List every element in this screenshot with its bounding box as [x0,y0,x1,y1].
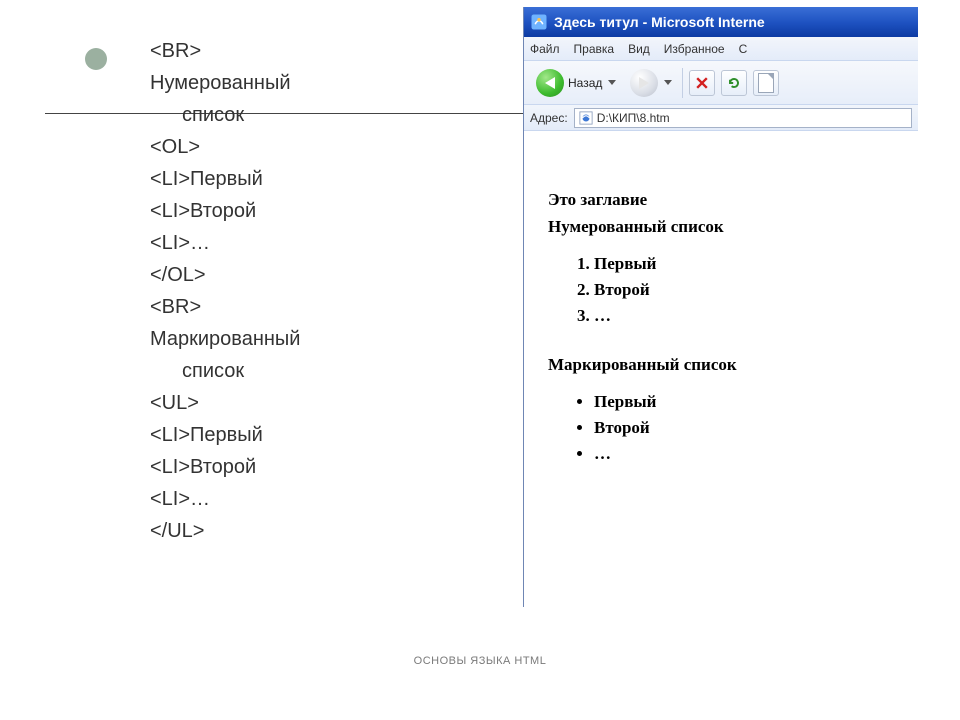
menu-extra[interactable]: С [739,42,748,56]
bulleted-title: Маркированный список [548,354,894,377]
code-line: список [150,99,500,131]
code-line: Нумерованный [150,67,500,99]
app-icon [530,13,548,31]
forward-icon [630,69,658,97]
code-line: <LI>Первый [150,163,500,195]
page-heading: Это заглавие [548,189,894,212]
page-viewport: Это заглавие Нумерованный список Первый … [524,131,918,511]
code-line: список [150,355,500,387]
code-line: <LI>Первый [150,419,500,451]
code-line: <LI>Второй [150,451,500,483]
chevron-down-icon [664,80,672,85]
window-title: Здесь титул - Microsoft Interne [554,14,765,30]
address-input[interactable]: D:\КИП\8.htm [574,108,912,128]
toolbar-separator [682,68,683,98]
list-item: Первый [594,391,894,414]
code-line: Маркированный [150,323,500,355]
back-label: Назад [568,76,602,90]
stop-button[interactable] [689,70,715,96]
address-label: Адрес: [530,111,568,125]
code-line: <LI>… [150,227,500,259]
menu-file[interactable]: Файл [530,42,560,56]
source-code-column: <BR> Нумерованный список <OL> <LI>Первый… [150,35,500,547]
footer-caption: ОСНОВЫ ЯЗЫКА HTML [0,655,960,667]
page-icon [758,73,774,93]
code-line: <LI>… [150,483,500,515]
code-line: <BR> [150,35,500,67]
chevron-down-icon [608,80,616,85]
code-line: <UL> [150,387,500,419]
forward-button[interactable] [626,66,676,100]
menu-edit[interactable]: Правка [574,42,615,56]
slide-bullet [85,48,107,70]
menu-view[interactable]: Вид [628,42,650,56]
back-icon [536,69,564,97]
code-line: </OL> [150,259,500,291]
home-button[interactable] [753,70,779,96]
code-line: <OL> [150,131,500,163]
toolbar: Назад [524,61,918,105]
back-button[interactable]: Назад [532,66,620,100]
address-value: D:\КИП\8.htm [597,111,670,125]
ie-page-icon [579,111,593,125]
refresh-button[interactable] [721,70,747,96]
browser-window: Здесь титул - Microsoft Interne Файл Пра… [523,7,918,607]
code-line: <LI>Второй [150,195,500,227]
code-line: </UL> [150,515,500,547]
list-item: … [594,305,894,328]
list-item: … [594,443,894,466]
code-line: <BR> [150,291,500,323]
list-item: Второй [594,279,894,302]
unordered-list: Первый Второй … [594,391,894,466]
menu-bar: Файл Правка Вид Избранное С [524,37,918,61]
ordered-list: Первый Второй … [594,253,894,328]
list-item: Первый [594,253,894,276]
menu-favorites[interactable]: Избранное [664,42,725,56]
numbered-title: Нумерованный список [548,216,894,239]
window-titlebar: Здесь титул - Microsoft Interne [524,7,918,37]
address-bar: Адрес: D:\КИП\8.htm [524,105,918,131]
list-item: Второй [594,417,894,440]
